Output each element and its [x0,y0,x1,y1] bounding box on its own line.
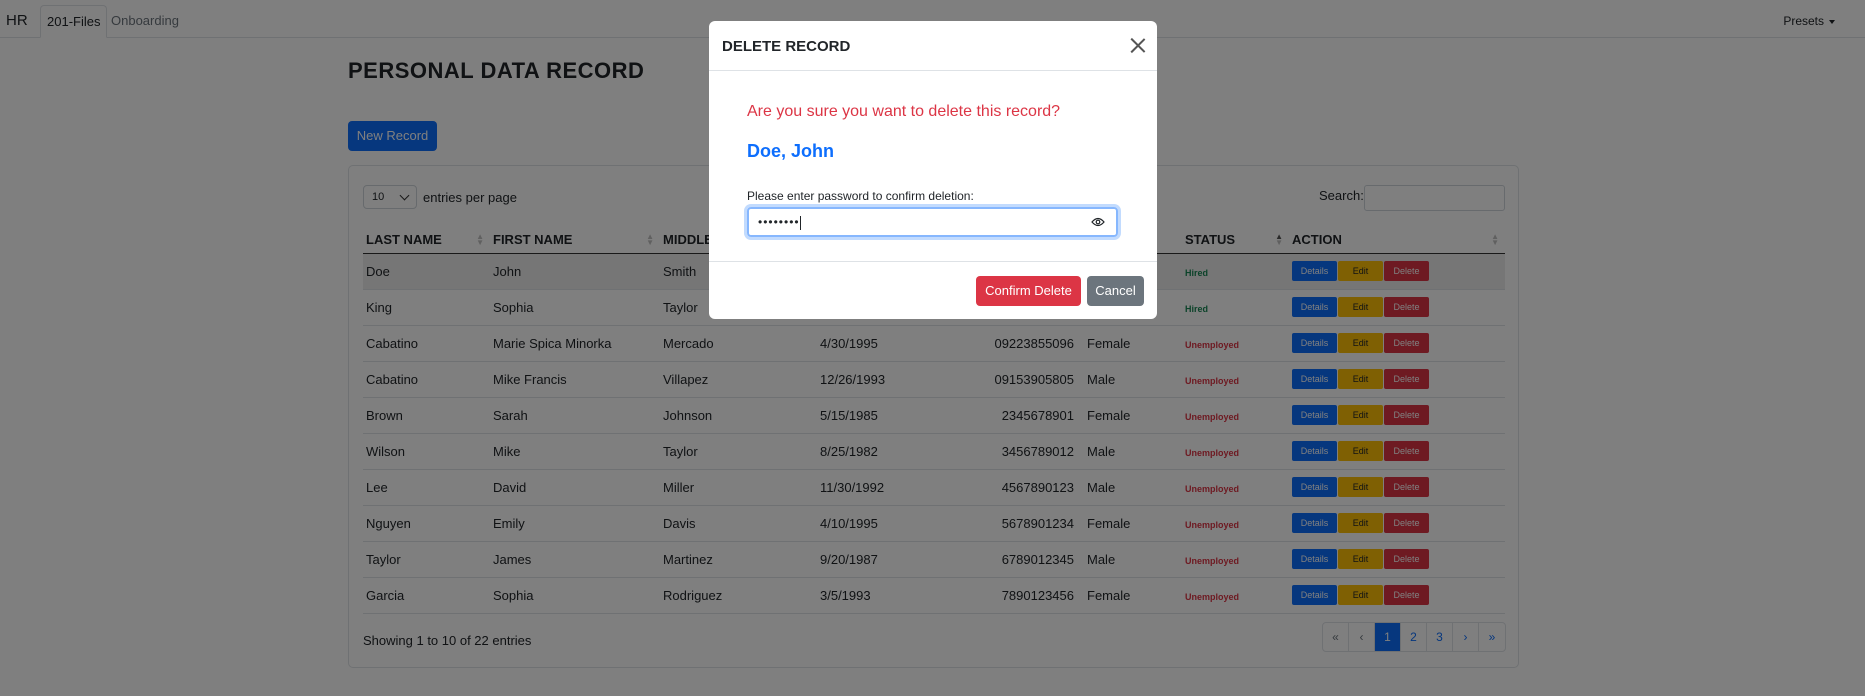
record-name: Doe, John [747,141,835,161]
password-label: Please enter password to confirm deletio… [747,189,974,203]
confirm-delete-button[interactable]: Confirm Delete [976,276,1081,306]
password-input[interactable]: •••••••• [747,207,1118,237]
password-value-wrap: •••••••• [758,215,801,230]
eye-icon[interactable] [1091,217,1105,227]
modal-header: DELETE RECORD [709,21,1157,71]
cancel-button[interactable]: Cancel [1087,276,1144,306]
text-cursor [799,215,801,230]
modal-title: DELETE RECORD [722,38,851,55]
password-value: •••••••• [758,215,800,229]
delete-record-modal: DELETE RECORD Are you sure you want to d… [709,21,1157,319]
delete-confirm-question: Are you sure you want to delete this rec… [747,103,1061,120]
close-icon[interactable] [1129,36,1147,54]
